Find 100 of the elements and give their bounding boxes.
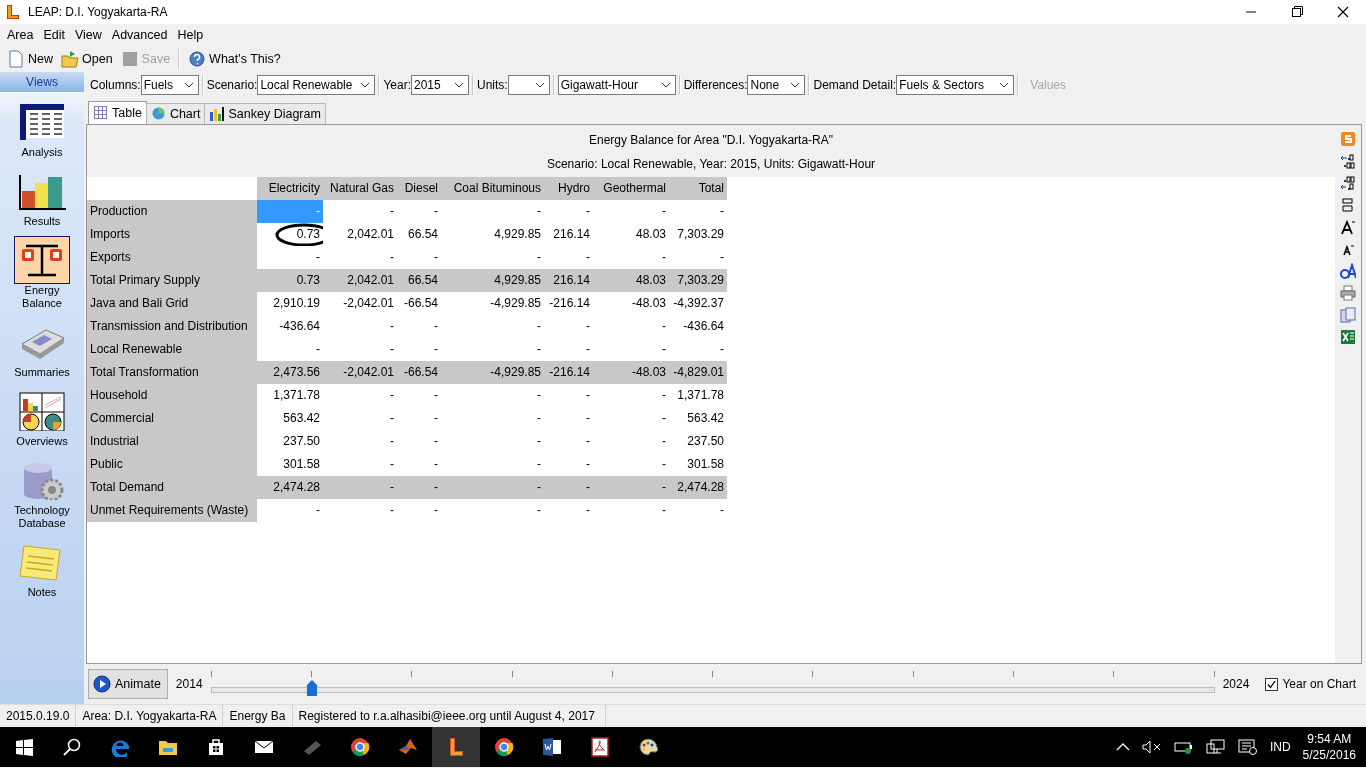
field-label: Columns: <box>90 77 141 92</box>
table-cell[interactable]: - <box>397 475 441 499</box>
chevron-down-icon <box>790 81 801 88</box>
table-cell[interactable]: 66.54 <box>397 268 441 292</box>
table-cell[interactable]: 0.73 <box>257 268 323 292</box>
table-cell[interactable]: 237.50 <box>257 429 323 453</box>
column-header: Diesel <box>397 176 441 200</box>
table-cell[interactable]: -66.54 <box>397 360 441 384</box>
clock-date[interactable]: 5/25/2016 <box>1302 747 1356 763</box>
table-cell[interactable]: 2,474.28 <box>257 475 323 499</box>
rotated-digits-icon[interactable] <box>1340 196 1356 213</box>
toolbar-button[interactable]: Open <box>58 48 116 70</box>
row-header: Industrial <box>87 429 257 453</box>
table-cell[interactable]: -48.03 <box>593 360 669 384</box>
spreadsheet-icon[interactable] <box>1340 328 1356 345</box>
table-cell[interactable]: 1,371.78 <box>257 383 323 407</box>
dropdown[interactable]: 2015 <box>411 74 469 95</box>
decrease-decimal-icon[interactable] <box>1340 174 1356 191</box>
toolbar-button[interactable]: What's This? <box>185 48 284 70</box>
table-cell[interactable]: -4,829.01 <box>669 360 727 384</box>
table-cell[interactable]: -2,042.01 <box>323 360 397 384</box>
chevron-down-icon <box>660 81 671 88</box>
increase-decimal-icon[interactable] <box>1340 152 1356 169</box>
battery-icon[interactable] <box>1173 740 1194 754</box>
clock-time[interactable]: 9:54 AM <box>1307 731 1352 747</box>
app-logo-icon[interactable] <box>432 727 480 767</box>
chevron-down-icon <box>999 81 1010 88</box>
menu-item[interactable]: Help <box>172 28 209 42</box>
tab[interactable]: Sankey Diagram <box>204 102 326 124</box>
menu-item[interactable]: Area <box>2 28 39 42</box>
notifications-icon[interactable] <box>1237 739 1258 755</box>
table-cell[interactable]: 2,474.28 <box>669 475 727 499</box>
network-icon[interactable] <box>1205 739 1226 755</box>
dropdown[interactable] <box>507 74 550 95</box>
tab[interactable]: Chart <box>145 102 206 124</box>
toolbar-button[interactable]: New <box>4 48 56 70</box>
field-label: Units: <box>477 77 508 92</box>
square-tile-icon[interactable] <box>1340 130 1356 147</box>
table-cell[interactable]: - <box>441 475 544 499</box>
table-cell[interactable]: -436.64 <box>257 314 323 338</box>
sidebar-item[interactable]: Technology Database <box>10 456 74 530</box>
language-indicator[interactable]: IND <box>1269 740 1291 754</box>
menu-item[interactable]: View <box>69 28 107 42</box>
chevron-down-icon <box>534 81 545 88</box>
table-cell[interactable]: - <box>544 475 593 499</box>
dropdown[interactable]: Fuels & Sectors <box>896 74 1015 95</box>
tab[interactable]: Table <box>88 100 147 124</box>
table-cell[interactable]: 301.58 <box>257 452 323 476</box>
row-header: Production <box>87 199 257 223</box>
column-header: Electricity <box>257 176 323 200</box>
copy-icon[interactable] <box>1340 306 1356 323</box>
field-label: Differences: <box>683 77 748 92</box>
slider-thumb[interactable] <box>305 679 318 698</box>
font-larger-icon[interactable] <box>1340 218 1356 235</box>
printer-icon[interactable] <box>1340 284 1356 301</box>
table-cell[interactable]: 2,042.01 <box>323 222 397 246</box>
table-cell[interactable]: - <box>257 498 323 522</box>
animate-button[interactable]: Animate <box>88 669 168 700</box>
year-on-chart-checkbox[interactable]: Year on Chart <box>1265 677 1356 692</box>
table-cell[interactable]: -216.14 <box>544 360 593 384</box>
table-cell[interactable]: 2,042.01 <box>323 268 397 292</box>
table-cell[interactable]: 563.42 <box>257 406 323 430</box>
sidebar-item[interactable]: Overviews <box>10 387 74 448</box>
row-header: Total Transformation <box>87 360 257 384</box>
window-title: LEAP: D.I. Yogyakarta-RA <box>28 5 169 19</box>
chevron-down-icon <box>360 81 371 88</box>
menu-item[interactable]: Edit <box>38 28 70 42</box>
row-header: Commercial <box>87 406 257 430</box>
checkbox[interactable] <box>1265 677 1279 691</box>
dropdown[interactable]: Local Renewable <box>257 74 376 95</box>
column-header: Natural Gas <box>323 176 397 200</box>
dropdown[interactable]: Fuels <box>140 74 199 95</box>
dropdown[interactable]: None <box>747 74 806 95</box>
table-cell[interactable]: 0.73 <box>257 222 323 246</box>
table-cell[interactable]: 216.14 <box>544 268 593 292</box>
table-cell[interactable]: - <box>257 337 323 361</box>
table-cell[interactable]: 7,303.29 <box>669 268 727 292</box>
sidebar-item[interactable]: Summaries <box>10 318 74 379</box>
save-icon <box>120 50 139 68</box>
table-cell[interactable]: - <box>323 475 397 499</box>
column-header: Coal Bituminous <box>441 176 544 200</box>
table-cell[interactable]: - <box>323 199 397 223</box>
table-cell[interactable]: 48.03 <box>593 268 669 292</box>
menu-item[interactable]: Advanced <box>106 28 173 42</box>
row-header: Local Renewable <box>87 337 257 361</box>
font-color-icon[interactable] <box>1340 262 1356 279</box>
chevron-up-icon[interactable] <box>1115 742 1130 752</box>
table-cell[interactable]: - <box>593 475 669 499</box>
table-cell[interactable]: 2,473.56 <box>257 360 323 384</box>
table-cell[interactable]: -4,929.85 <box>441 360 544 384</box>
sidebar-item[interactable]: Analysis <box>10 98 74 159</box>
table-cell[interactable]: - <box>257 245 323 269</box>
dropdown[interactable]: Gigawatt-Hour <box>557 74 676 95</box>
report-subtitle: Scenario: Local Renewable, Year: 2015, Units: Gigawatt-Hour <box>545 155 877 173</box>
column-header: Geothermal <box>593 176 669 200</box>
sidebar-item[interactable]: Notes <box>10 538 74 599</box>
sidebar-item[interactable]: Results <box>10 167 74 228</box>
table-cell[interactable]: 4,929.85 <box>441 268 544 292</box>
muted-speaker-icon[interactable] <box>1141 740 1162 754</box>
table-cell[interactable]: 2,910.19 <box>257 291 323 315</box>
